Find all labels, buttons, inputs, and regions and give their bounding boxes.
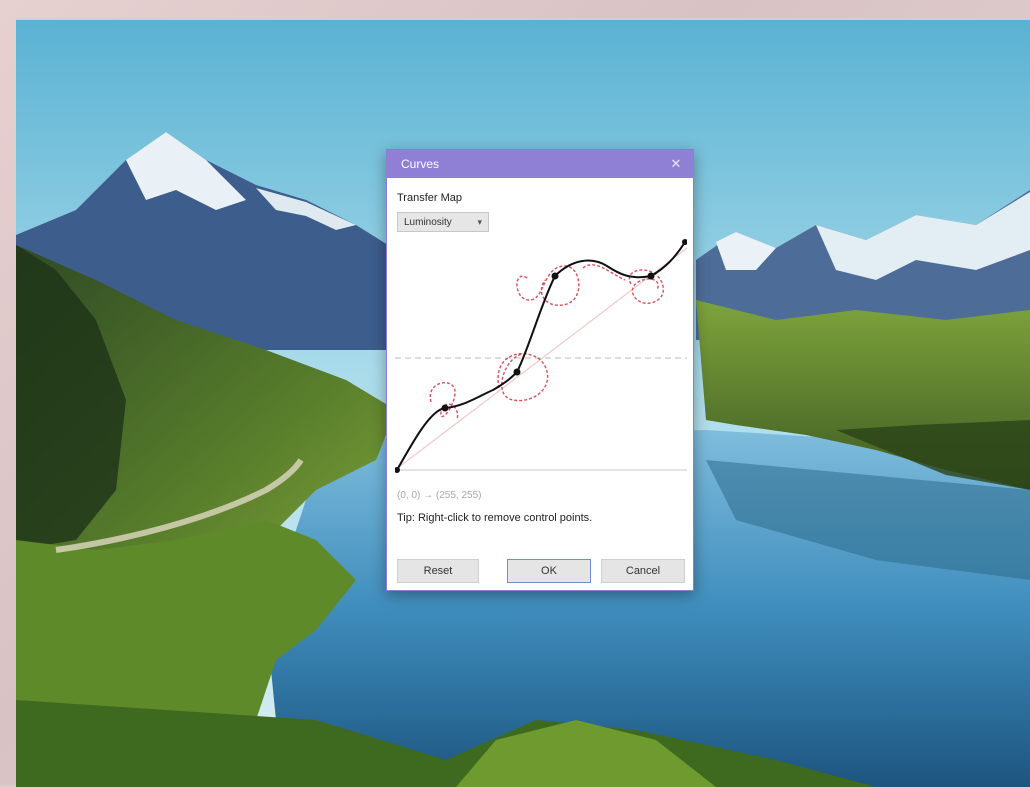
transfer-map-label: Transfer Map [397, 192, 463, 204]
control-point[interactable] [513, 368, 521, 376]
tip-text: Tip: Right-click to remove control point… [397, 512, 593, 524]
cancel-button[interactable]: Cancel [601, 559, 685, 583]
curve-graph[interactable] [395, 238, 687, 482]
coordinate-hint: (0, 0) → (255, 255) [397, 490, 482, 501]
reset-button[interactable]: Reset [397, 559, 479, 583]
transfer-map-select[interactable]: Luminosity ▾ [397, 212, 489, 232]
graph-background [395, 238, 687, 482]
ok-button[interactable]: OK [507, 559, 591, 583]
control-point[interactable] [647, 272, 655, 280]
dialog-title: Curves [401, 157, 440, 171]
transfer-map-value: Luminosity [404, 216, 452, 228]
curves-dialog: Curves ✕ Transfer Map Luminosity ▾ (0, 0… [386, 149, 694, 591]
chevron-down-icon: ▾ [477, 216, 482, 227]
control-point[interactable] [441, 404, 449, 412]
close-icon[interactable]: ✕ [667, 155, 685, 173]
dialog-titlebar[interactable]: Curves ✕ [387, 150, 693, 178]
control-point[interactable] [551, 272, 559, 280]
